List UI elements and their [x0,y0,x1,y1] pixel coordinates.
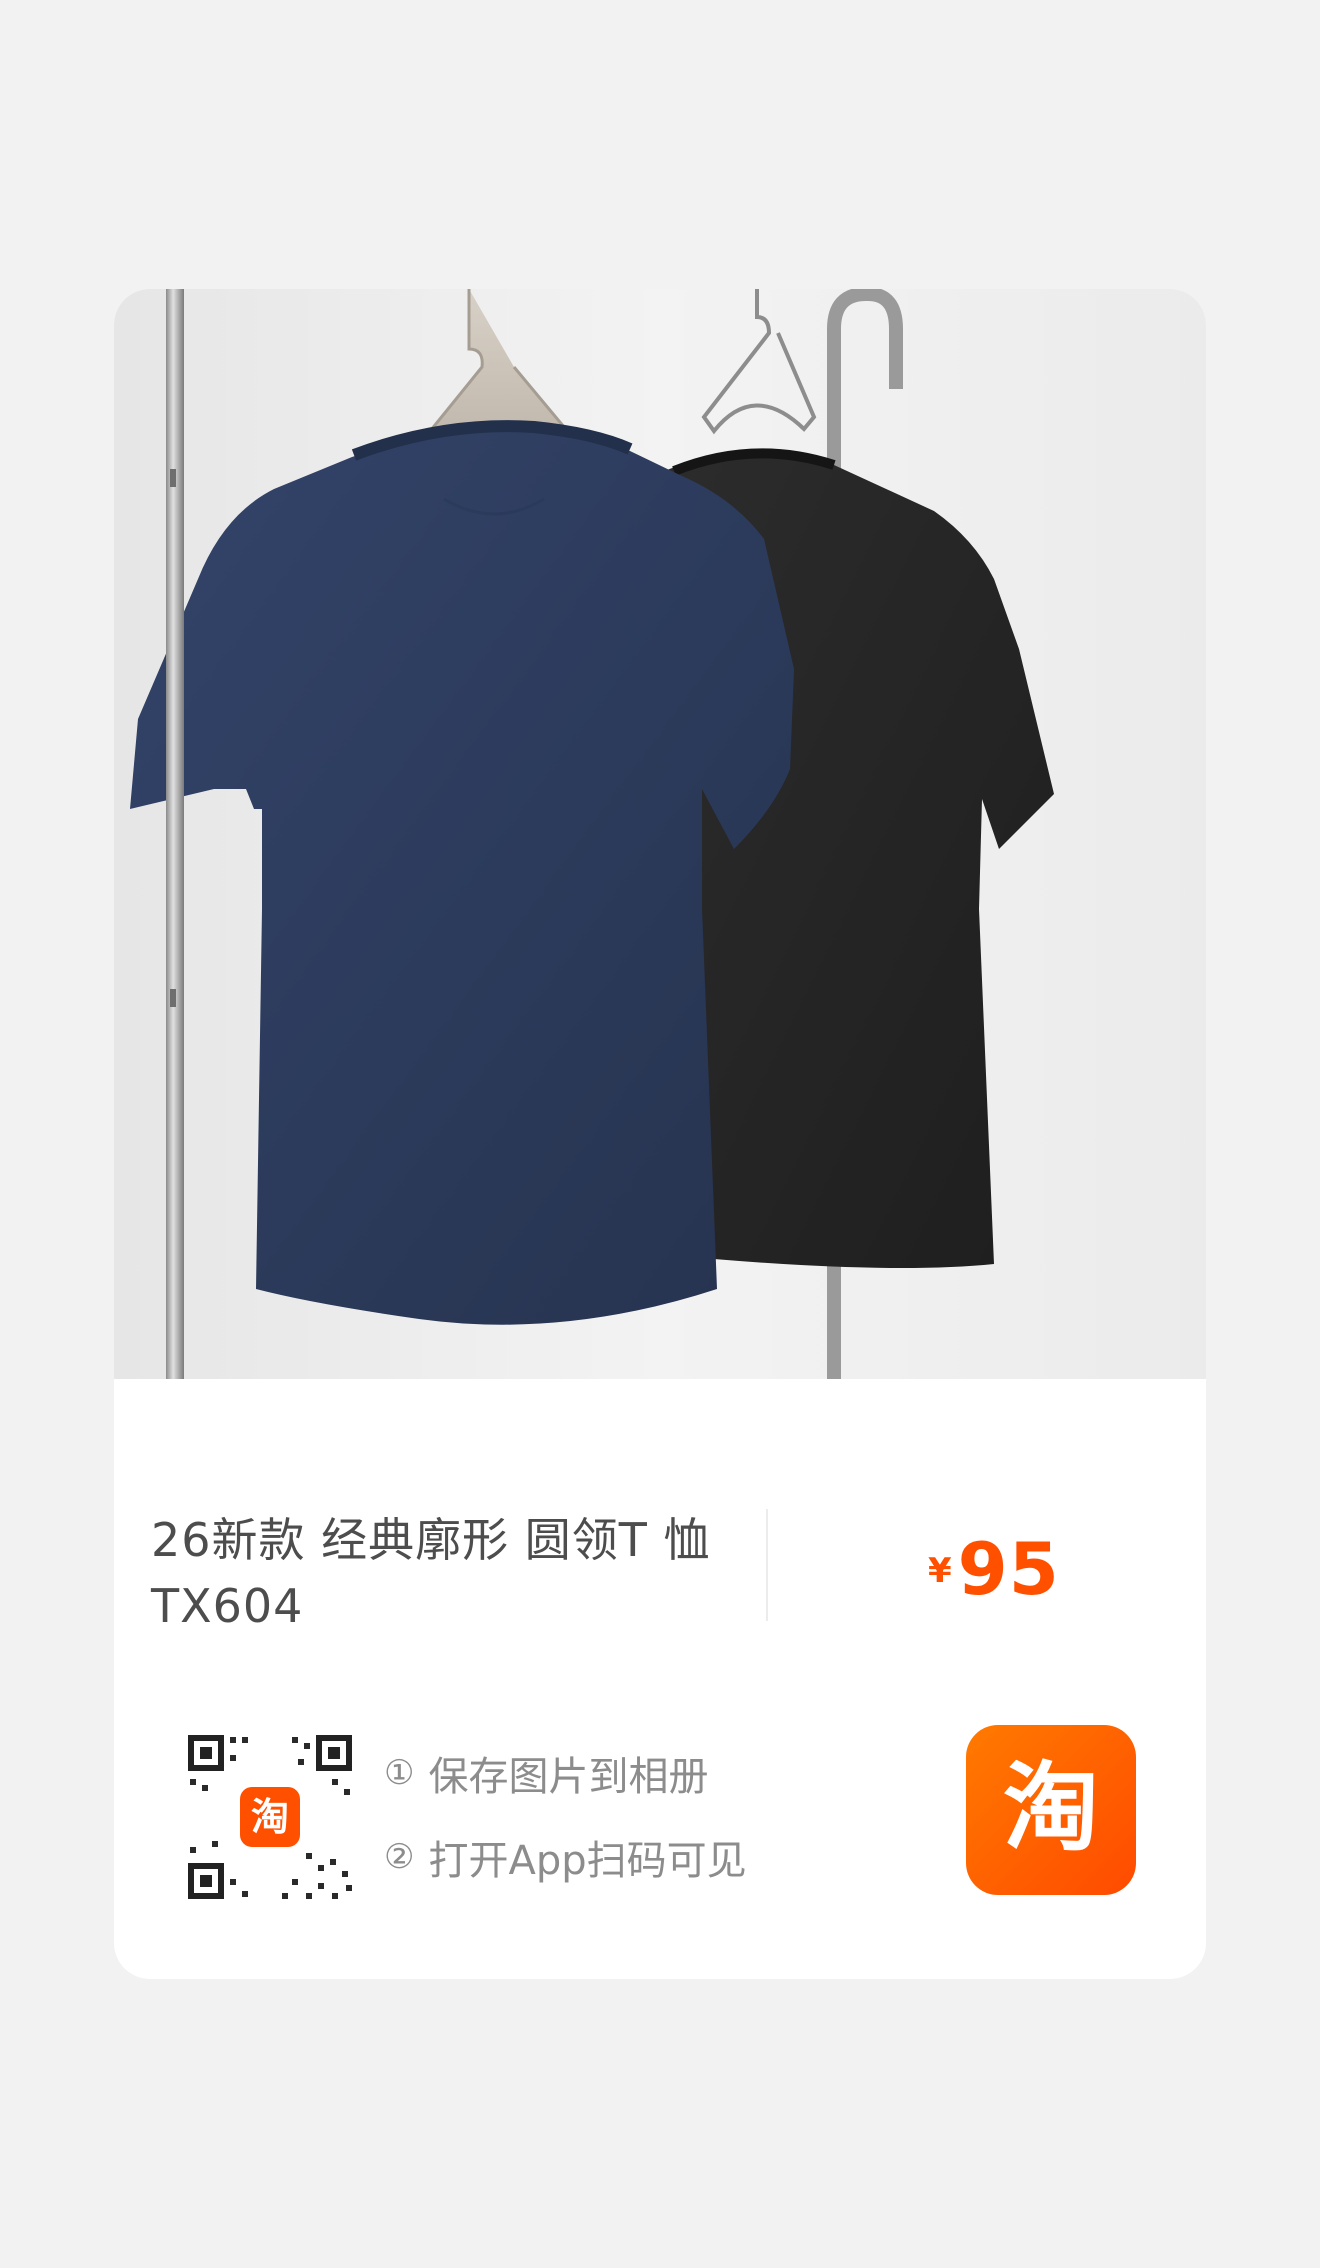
taobao-logo-icon[interactable]: 淘 [966,1725,1136,1895]
qr-code[interactable]: 淘 [182,1729,358,1905]
share-steps: ① 保存图片到相册 ② 打开App扫码可见 [384,1743,747,1911]
price-tag: ¥95 [928,1527,1060,1611]
price-amount: 95 [957,1527,1060,1611]
divider [766,1509,768,1621]
step-text: 打开App扫码可见 [428,1838,747,1884]
qr-center-logo: 淘 [251,1795,289,1839]
product-info: 26新款 经典廓形 圆领T 恤 TX604 ¥95 淘 ① 保存图片到相册 ② … [114,1379,1206,1979]
step-item: ① 保存图片到相册 [384,1743,747,1803]
taobao-logo-glyph: 淘 [1003,1752,1099,1864]
step-number: ① [384,1753,415,1793]
step-text: 保存图片到相册 [428,1754,709,1800]
step-item: ② 打开App扫码可见 [384,1827,747,1887]
product-photo [114,289,1206,1379]
product-title[interactable]: 26新款 经典廓形 圆领T 恤 TX604 [151,1507,741,1639]
price-currency: ¥ [928,1551,952,1591]
share-card: 26新款 经典廓形 圆领T 恤 TX604 ¥95 淘 ① 保存图片到相册 ② … [114,289,1206,1979]
step-number: ② [384,1837,415,1877]
